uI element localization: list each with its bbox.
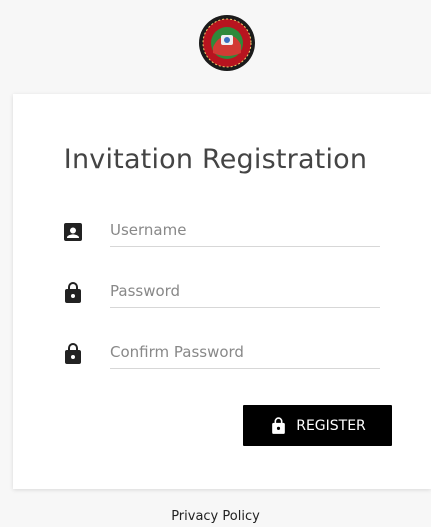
account-box-icon — [64, 223, 82, 241]
privacy-policy-link[interactable]: Privacy Policy — [0, 509, 431, 524]
register-button-label: REGISTER — [296, 417, 366, 434]
password-field-row — [61, 275, 381, 317]
confirm-password-field-row — [61, 336, 381, 378]
lock-icon — [65, 343, 81, 364]
page: Invitation Registration REGISTER Privacy… — [0, 0, 431, 527]
username-field-row — [61, 214, 381, 256]
lock-icon — [65, 282, 81, 303]
confirm-password-input[interactable] — [110, 336, 380, 369]
username-input[interactable] — [110, 214, 380, 247]
lock-icon — [272, 416, 286, 434]
form-title: Invitation Registration — [63, 144, 368, 175]
register-button[interactable]: REGISTER — [243, 405, 392, 446]
club-logo — [199, 15, 255, 71]
password-input[interactable] — [110, 275, 380, 308]
